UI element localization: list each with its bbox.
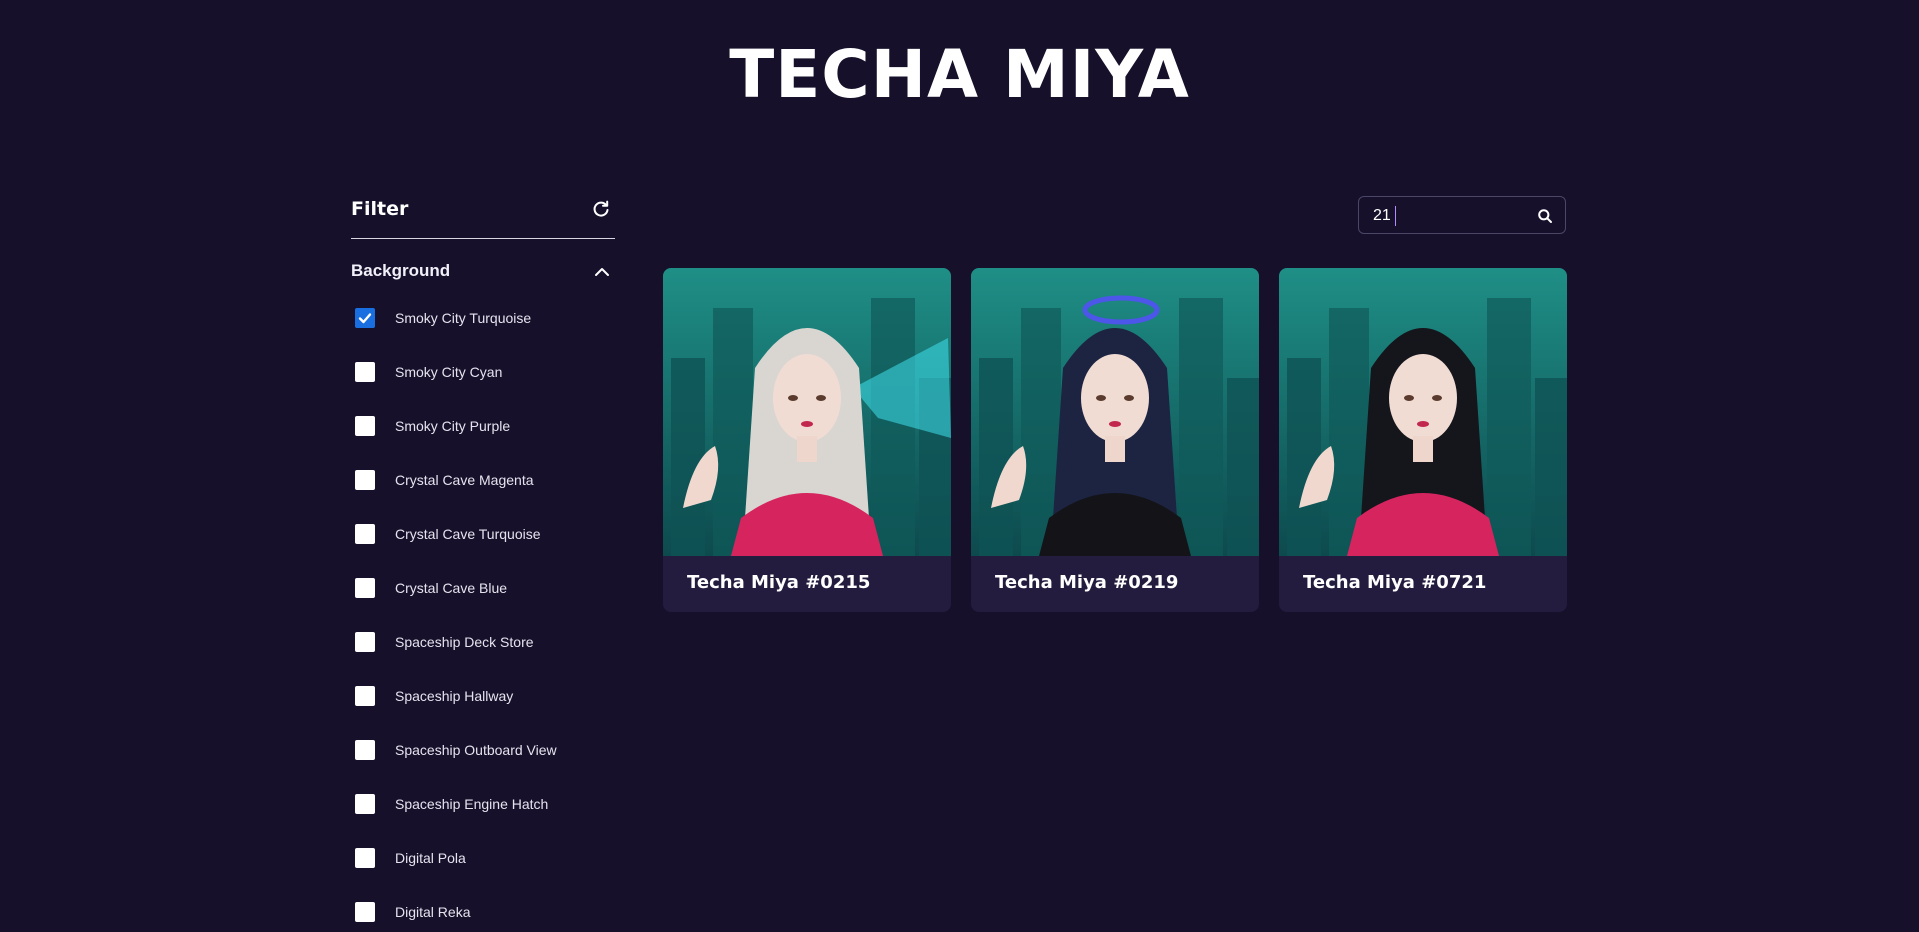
checkbox[interactable]	[355, 794, 375, 814]
filter-option-label: Spaceship Engine Hatch	[395, 796, 549, 812]
nft-artwork	[971, 268, 1259, 556]
filter-option-label: Crystal Cave Blue	[395, 580, 508, 596]
nft-card[interactable]: Techa Miya #0215	[663, 268, 951, 612]
nft-card-title: Techa Miya #0219	[995, 572, 1179, 593]
filter-header: Filter	[351, 196, 615, 239]
filter-title: Filter	[351, 198, 409, 220]
filter-option[interactable]: Spaceship Hallway	[351, 685, 615, 739]
section-title-background: Background	[351, 261, 451, 280]
checkbox[interactable]	[355, 740, 375, 760]
filter-option[interactable]: Smoky City Turquoise	[351, 307, 615, 361]
filter-option[interactable]: Crystal Cave Magenta	[351, 469, 615, 523]
nft-card[interactable]: Techa Miya #0219	[971, 268, 1259, 612]
checkbox[interactable]	[355, 470, 375, 490]
page: TECHA MIYA Filter Background Smoky City …	[0, 0, 1919, 932]
checkbox[interactable]	[355, 362, 375, 382]
checkbox[interactable]	[355, 902, 375, 922]
filter-option-label: Digital Pola	[395, 850, 466, 866]
nft-card[interactable]: Techa Miya #0721	[1279, 268, 1567, 612]
chevron-up-icon[interactable]	[593, 263, 611, 281]
refresh-icon[interactable]	[590, 198, 612, 220]
filter-option[interactable]: Digital Reka	[351, 901, 615, 932]
filter-option[interactable]: Digital Pola	[351, 847, 615, 901]
filter-option[interactable]: Smoky City Purple	[351, 415, 615, 469]
filter-option[interactable]: Smoky City Cyan	[351, 361, 615, 415]
search-icon[interactable]	[1537, 208, 1553, 224]
checkbox-checked[interactable]	[355, 308, 375, 328]
checkbox[interactable]	[355, 524, 375, 544]
filter-option-label: Crystal Cave Turquoise	[395, 526, 541, 542]
filter-option-label: Spaceship Deck Store	[395, 634, 534, 650]
background-section-header[interactable]: Background	[351, 259, 615, 289]
filter-option-label: Smoky City Turquoise	[395, 310, 532, 326]
checkbox[interactable]	[355, 632, 375, 652]
filter-option-label: Smoky City Cyan	[395, 364, 503, 380]
search-box	[1358, 196, 1566, 234]
nft-artwork	[663, 268, 951, 556]
filter-option-label: Digital Reka	[395, 904, 471, 920]
checkbox[interactable]	[355, 578, 375, 598]
filter-option[interactable]: Spaceship Deck Store	[351, 631, 615, 685]
filter-option-label: Spaceship Outboard View	[395, 742, 557, 758]
checkbox[interactable]	[355, 686, 375, 706]
text-caret	[1395, 206, 1396, 226]
site-title: TECHA MIYA	[729, 36, 1190, 113]
nft-card-title: Techa Miya #0721	[1303, 572, 1487, 593]
filter-option[interactable]: Crystal Cave Turquoise	[351, 523, 615, 577]
background-option-list: Smoky City Turquoise Smoky City Cyan Smoky…	[351, 307, 615, 932]
checkbox[interactable]	[355, 848, 375, 868]
nft-card-title: Techa Miya #0215	[687, 572, 871, 593]
checkbox[interactable]	[355, 416, 375, 436]
filter-option[interactable]: Spaceship Outboard View	[351, 739, 615, 793]
filter-option-label: Smoky City Purple	[395, 418, 511, 434]
filter-option[interactable]: Spaceship Engine Hatch	[351, 793, 615, 847]
filter-option[interactable]: Crystal Cave Blue	[351, 577, 615, 631]
nft-artwork	[1279, 268, 1567, 556]
filter-option-label: Spaceship Hallway	[395, 688, 514, 704]
filter-option-label: Crystal Cave Magenta	[395, 472, 534, 488]
filter-sidebar: Filter Background Smoky City Turquoise Sm…	[351, 196, 615, 932]
